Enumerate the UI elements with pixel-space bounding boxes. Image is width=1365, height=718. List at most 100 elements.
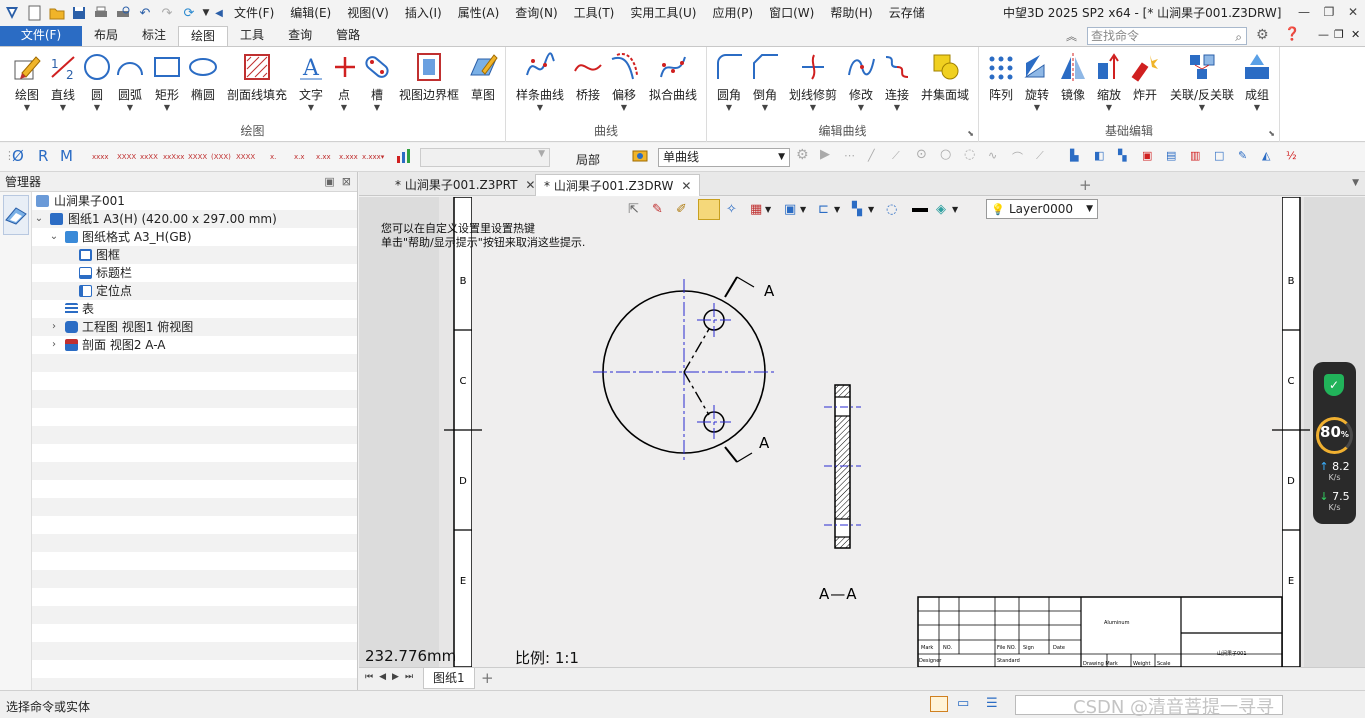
sketch-button[interactable]: 草图 [466, 51, 500, 103]
m-filter-icon[interactable]: M [60, 147, 73, 165]
xxxx-filter-icon-4[interactable]: xxXxx [163, 153, 184, 161]
wave-snap-icon[interactable]: ∿ [988, 149, 997, 162]
add-tab-icon[interactable]: + [1079, 176, 1092, 194]
expand-chevron-icon[interactable]: › [48, 336, 60, 354]
close-icon[interactable]: ✕ [1344, 3, 1362, 21]
spline-button[interactable]: 样条曲线 ▼ [514, 51, 566, 113]
tree-item-anchor[interactable]: 定位点 [32, 282, 357, 300]
panel-close-icon[interactable]: ⊠ [342, 175, 351, 188]
new-file-icon[interactable] [24, 2, 46, 24]
fit-curve-button[interactable]: 拟合曲线 [646, 51, 700, 103]
group-button[interactable]: 成组 ▼ [1241, 51, 1273, 113]
line-weight-icon[interactable] [912, 208, 928, 212]
bridge-button[interactable]: 桥接 [572, 51, 604, 103]
display-icon[interactable]: ▣ [784, 202, 796, 217]
tree-item-table[interactable]: 表 [32, 300, 357, 318]
menu-cloud[interactable]: 云存储 [881, 0, 933, 26]
layer-bulb-icon[interactable]: 💡 [991, 201, 1005, 219]
search-icon[interactable]: ⌕ [1235, 29, 1242, 45]
chamfer-button[interactable]: 倒角 ▼ [749, 51, 781, 113]
view-tool-icon-1[interactable]: ▙ [1070, 149, 1078, 162]
view-fit-icon[interactable]: ⇱ [628, 202, 639, 217]
tab-draw[interactable]: 绘图 [178, 26, 229, 46]
menu-help[interactable]: 帮助(H) [822, 0, 880, 26]
xxxx-filter-icon-5[interactable]: XXXX [188, 153, 207, 161]
tree-item-format[interactable]: ⌄ 图纸格式 A3_H(GB) [32, 228, 357, 246]
scale-button[interactable]: 缩放 ▼ [1093, 51, 1125, 113]
xx-filter-icon-5[interactable]: x.xxx▾ [362, 153, 384, 161]
close-tab-icon[interactable]: ✕ [525, 178, 535, 192]
print-icon[interactable] [90, 2, 112, 24]
dropdown-icon[interactable]: ▼ [800, 205, 806, 214]
line-button[interactable]: 12 直线 ▼ [46, 51, 80, 113]
grid-icon[interactable]: ▦ [750, 202, 762, 217]
ellipse-button[interactable]: 椭圆 [187, 51, 219, 103]
xxxx-filter-icon-2[interactable]: XXXX [117, 153, 136, 161]
doc-close-icon[interactable]: ✕ [1351, 28, 1360, 41]
center-snap-icon[interactable]: ⊙ [916, 147, 927, 162]
tree-item-root[interactable]: 山涧果子001 [32, 192, 357, 210]
bar-chart-icon[interactable] [396, 148, 412, 167]
redo-icon[interactable]: ↷ [156, 2, 178, 24]
play-icon[interactable]: ▶ [820, 147, 830, 162]
tab-part-doc[interactable]: * 山涧果子001.Z3PRT ✕ [387, 174, 543, 196]
dropdown-icon[interactable]: ▼ [952, 205, 958, 214]
rectangle-button[interactable]: 矩形 ▼ [150, 51, 184, 113]
menu-edit[interactable]: 编辑(E) [282, 0, 339, 26]
dotted-snap-icon[interactable]: ⋯ [844, 149, 855, 162]
explode-button[interactable]: 炸开 [1129, 51, 1161, 103]
tree-item-view1[interactable]: › 工程图 视图1 俯视图 [32, 318, 357, 336]
collapse-arrow-icon[interactable]: ◀ [212, 2, 226, 24]
circle-snap-icon[interactable]: ○ [940, 147, 951, 162]
fillet-button[interactable]: 圆角 ▼ [713, 51, 745, 113]
view-tool-icon-9[interactable]: ◭ [1262, 149, 1270, 162]
drawing-canvas[interactable]: B C D E B C D E A A A—A Aluminum Mark NO… [359, 197, 1365, 667]
menu-utilities[interactable]: 实用工具(U) [622, 0, 704, 26]
view-tool-icon-4[interactable]: ▣ [1142, 149, 1152, 162]
status-monitor-icon[interactable]: ▭ [957, 696, 975, 712]
settings-gear-icon[interactable]: ⚙ [1256, 27, 1269, 43]
dimension-icon[interactable]: ⊏ [818, 202, 829, 217]
collapse-ribbon-icon[interactable]: ︽ [1066, 28, 1077, 44]
expand-chevron-icon[interactable]: ⌄ [48, 228, 60, 246]
fraction-icon[interactable]: ½ [1286, 149, 1297, 162]
view-tool-icon-7[interactable]: □ [1214, 149, 1224, 162]
menu-view[interactable]: 视图(V) [339, 0, 397, 26]
network-speed-widget[interactable]: ✓ 80% ↑ 8.2 K/s ↓ 7.5 K/s [1313, 362, 1356, 524]
layout-icon[interactable]: ▚ [852, 202, 862, 217]
line-snap-icon[interactable]: ╱ [868, 149, 875, 162]
tab-list-icon[interactable]: ▼ [1352, 178, 1359, 188]
render-mode-icon[interactable] [698, 199, 720, 220]
trim-button[interactable]: 划线修剪 ▼ [787, 51, 839, 113]
diag-snap-icon[interactable]: ⟋ [892, 149, 900, 163]
tab-drawing-doc[interactable]: * 山涧果子001.Z3DRW ✕ [535, 174, 701, 196]
view-tool-icon-3[interactable]: ▚ [1118, 149, 1126, 162]
tab-tools[interactable]: 工具 [228, 26, 276, 46]
dropdown-icon[interactable]: ▼ [834, 205, 840, 214]
sheet-tab-1[interactable]: 图纸1 [423, 668, 475, 689]
app-logo-icon[interactable] [0, 2, 24, 24]
panel-pin-icon[interactable]: ▣ [324, 175, 334, 188]
view-tool-icon-2[interactable]: ◧ [1094, 149, 1104, 162]
customize-dropdown-icon[interactable]: ▼ [200, 2, 212, 24]
expand-chevron-icon[interactable]: › [48, 318, 60, 336]
xx-filter-icon-2[interactable]: x.x [294, 153, 305, 161]
tree-item-sheet[interactable]: ⌄ 图纸1 A3(H) (420.00 x 297.00 mm) [32, 210, 357, 228]
diameter-filter-icon[interactable]: Ø [12, 147, 24, 165]
menu-inquire[interactable]: 查询(N) [507, 0, 565, 26]
circle-button[interactable]: 圆 ▼ [82, 51, 112, 113]
slot-button[interactable]: 槽 ▼ [360, 51, 394, 113]
tab-dimension[interactable]: 标注 [130, 26, 178, 46]
save-icon[interactable] [68, 2, 90, 24]
xx-filter-icon-1[interactable]: x. [270, 153, 276, 161]
menu-insert[interactable]: 插入(I) [397, 0, 450, 26]
undo-icon[interactable]: ↶ [134, 2, 156, 24]
tab-piping[interactable]: 管路 [324, 26, 372, 46]
open-folder-icon[interactable] [46, 2, 68, 24]
layer-icon[interactable]: ◈ [936, 202, 946, 217]
snap-gear-icon[interactable]: ⚙ [796, 147, 809, 163]
menu-attribute[interactable]: 属性(A) [450, 0, 508, 26]
arc-button[interactable]: 圆弧 ▼ [114, 51, 146, 113]
xx-filter-icon-4[interactable]: x.xxx [339, 153, 358, 161]
eraser-icon[interactable]: ✎ [652, 202, 663, 217]
